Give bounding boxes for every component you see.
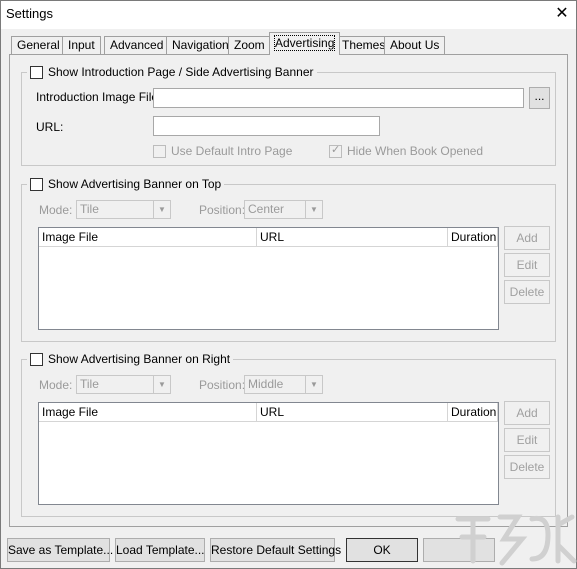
column-image-file[interactable]: Image File [39,403,257,422]
save-template-button[interactable]: Save as Template... [7,538,113,562]
tab-navigation[interactable]: Navigation [166,36,235,55]
top-banner-checkbox-row[interactable]: Show Advertising Banner on Top [27,176,225,192]
chevron-down-icon: ▼ [153,376,170,393]
tab-label: Themes [342,38,386,52]
column-duration[interactable]: Duration [448,228,498,247]
title-bar[interactable]: Settings ✕ [1,1,576,29]
right-mode-label: Mode: [39,378,73,392]
tab-label: Advanced [110,38,164,52]
column-image-file[interactable]: Image File [39,228,257,247]
load-template-button[interactable]: Load Template... [115,538,205,562]
right-position-select[interactable]: Middle ▼ [244,375,323,394]
top-banner-checkbox-label: Show Advertising Banner on Top [48,177,222,191]
right-banner-checkbox-row[interactable]: Show Advertising Banner on Right [27,351,234,367]
top-edit-button[interactable]: Edit [504,253,550,277]
chevron-down-icon: ▼ [305,376,322,393]
top-position-select[interactable]: Center ▼ [244,200,323,219]
tab-label: General [17,38,60,52]
right-banner-checkbox[interactable] [30,352,43,366]
browse-button[interactable]: ... [529,87,550,109]
chevron-down-icon: ▼ [305,201,322,218]
top-delete-button[interactable]: Delete [504,280,550,304]
right-add-button[interactable]: Add [504,401,550,425]
use-default-intro-checkbox[interactable] [153,144,166,158]
chevron-down-icon: ▼ [153,201,170,218]
watermark-logo [455,514,577,566]
tab-label: Input [68,38,95,52]
right-delete-button[interactable]: Delete [504,455,550,479]
right-mode-value: Tile [80,377,99,391]
column-url[interactable]: URL [257,228,448,247]
right-banner-list-header: Image File URL Duration [39,403,498,422]
use-default-intro-label: Use Default Intro Page [171,144,293,158]
top-banner-list-header: Image File URL Duration [39,228,498,247]
top-position-label: Position: [199,203,246,217]
right-position-label: Position: [199,378,246,392]
column-duration[interactable]: Duration [448,403,498,422]
top-add-button[interactable]: Add [504,226,550,250]
tab-label: About Us [390,38,440,52]
intro-image-file-field[interactable] [153,88,524,108]
tab-input[interactable]: Input [62,36,101,55]
intro-image-file-label: Introduction Image File: [36,90,162,104]
close-icon[interactable]: ✕ [550,3,574,25]
top-position-value: Center [248,202,285,216]
tab-general[interactable]: General [11,36,66,55]
restore-defaults-button[interactable]: Restore Default Settings [210,538,341,562]
intro-url-label: URL: [36,120,64,134]
hide-when-opened-label: Hide When Book Opened [347,144,484,158]
top-banner-checkbox[interactable] [30,177,43,191]
ok-button[interactable]: OK [346,538,418,562]
top-mode-value: Tile [80,202,99,216]
use-default-intro-row[interactable]: Use Default Intro Page [153,144,292,158]
right-mode-select[interactable]: Tile ▼ [76,375,171,394]
hide-when-opened-checkbox[interactable] [329,143,342,158]
hide-when-opened-row[interactable]: Hide When Book Opened [329,143,484,158]
intro-url-field[interactable] [153,116,380,136]
intro-page-checkbox-label: Show Introduction Page / Side Advertisin… [48,65,314,79]
right-banner-list[interactable]: Image File URL Duration [38,402,499,505]
settings-window: Settings ✕ General Input Advanced Naviga… [0,0,577,569]
right-banner-checkbox-label: Show Advertising Banner on Right [48,352,231,366]
tab-label: Navigation [172,38,229,52]
tab-label: Advertising [273,35,336,51]
top-banner-list[interactable]: Image File URL Duration [38,227,499,330]
window-title: Settings [6,6,53,21]
right-position-value: Middle [248,377,284,391]
right-edit-button[interactable]: Edit [504,428,550,452]
tab-zoom[interactable]: Zoom [228,36,271,55]
intro-page-checkbox-row[interactable]: Show Introduction Page / Side Advertisin… [27,64,317,80]
tab-advertising[interactable]: Advertising [269,32,341,55]
top-mode-select[interactable]: Tile ▼ [76,200,171,219]
top-mode-label: Mode: [39,203,73,217]
tab-about-us[interactable]: About Us [384,36,446,55]
tab-label: Zoom [234,38,265,52]
tab-advanced[interactable]: Advanced [104,36,170,55]
column-url[interactable]: URL [257,403,448,422]
intro-page-checkbox[interactable] [30,65,43,79]
